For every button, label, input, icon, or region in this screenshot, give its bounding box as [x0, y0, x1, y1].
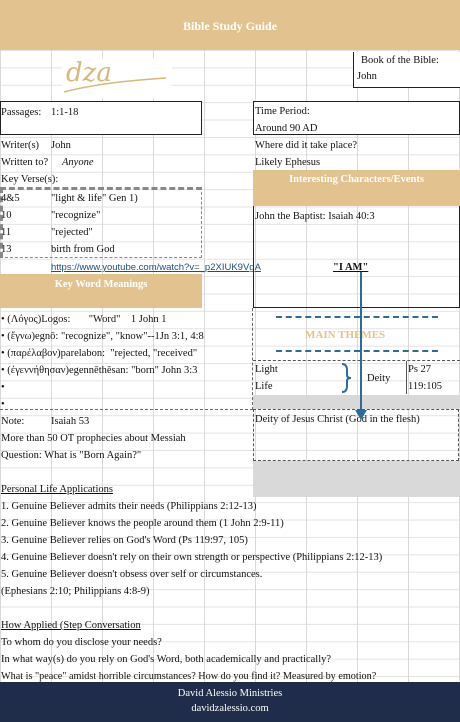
written-to-value: Anyone — [62, 157, 94, 168]
key-verses-label: Key Verse(s): — [1, 174, 59, 185]
key-verse-text: "recognize" — [51, 210, 101, 221]
applied-item: In what way(s) do you rely on God's Word… — [1, 654, 332, 665]
key-word-item: • — [1, 382, 5, 393]
time-period-label: Time Period: — [255, 106, 310, 117]
note-value: Isaiah 53 — [51, 416, 90, 427]
key-verse-ref: 4&5 — [1, 193, 20, 204]
key-word-item: • (ἐγεννήθησαν)egennēthēsan: "born" John… — [1, 365, 198, 376]
theme-life: Life — [255, 381, 273, 392]
key-verse-ref: 11 — [1, 227, 12, 238]
logo: dza — [62, 58, 172, 98]
note-label: Note: — [1, 416, 25, 427]
key-verse-ref: 13 — [1, 244, 12, 255]
characters-header: Interesting Characters/Events — [253, 170, 460, 206]
where-label: Where did it take place? — [255, 140, 358, 151]
note-line1: More than 50 OT prophecies about Messiah — [1, 433, 186, 444]
key-verse-text: "light & life" Gen 1) — [51, 193, 138, 204]
book-value: John — [357, 71, 377, 82]
main-themes-title: MAIN THEMES — [305, 329, 386, 341]
key-verse-ref: 10 — [1, 210, 12, 221]
time-period-value: Around 90 AD — [255, 123, 318, 134]
key-words-header: Key Word Meanings — [0, 274, 202, 308]
deity-gray-bottom — [253, 461, 460, 497]
footer: David Alessio Ministries davidzalessio.c… — [0, 682, 460, 722]
key-verse-text: birth from God — [51, 244, 115, 255]
written-to-label: Written to? — [1, 157, 49, 168]
logo-swoosh-icon — [63, 77, 167, 93]
applied-title: How Applied (Step Conversation — [1, 620, 141, 631]
themes-right-cell — [406, 361, 407, 394]
brace-icon — [341, 363, 352, 393]
passages-value: 1:1-18 — [51, 107, 79, 118]
footer-site: davidzalessio.com — [191, 703, 269, 714]
characters-title: Interesting Characters/Events — [289, 174, 424, 185]
page-header: Bible Study Guide — [0, 0, 460, 50]
arrow-down-icon — [355, 272, 367, 420]
book-label: Book of the Bible: — [361, 55, 439, 66]
deity-text: Deity of Jesus Christ (God in the flesh) — [255, 414, 420, 425]
note-line2: Question: What is "Born Again?" — [1, 450, 142, 461]
key-word-item: • (ἔγνω)egnō: "recognize", "know"--1Jn 3… — [1, 331, 204, 342]
applied-item: To whom do you disclose your needs? — [1, 637, 162, 648]
theme-deity: Deity — [367, 373, 391, 384]
personal-title: Personal Life Applications — [1, 484, 113, 495]
personal-item: 2. Genuine Believer knows the people aro… — [1, 518, 284, 529]
theme-light: Light — [255, 364, 278, 375]
personal-item: 1. Genuine Believer admits their needs (… — [1, 501, 257, 512]
theme-119: 119:105 — [408, 381, 443, 392]
footer-org: David Alessio Ministries — [177, 688, 283, 699]
key-verse-text: "rejected" — [51, 227, 93, 238]
passages-label: Passages: — [1, 107, 42, 118]
writer-label: Writer(s) — [1, 140, 40, 151]
key-words-rule — [0, 409, 253, 410]
page-title: Bible Study Guide — [182, 19, 278, 33]
personal-item: (Ephesians 2:10; Philippians 4:8-9) — [1, 586, 150, 597]
personal-item: 4. Genuine Believer doesn't rely on thei… — [1, 552, 383, 563]
personal-item: 3. Genuine Believer relies on God's Word… — [1, 535, 248, 546]
key-words-title: Key Word Meanings — [54, 279, 148, 290]
personal-item: 5. Genuine Believer doesn't obsess over … — [1, 569, 263, 580]
where-value: Likely Ephesus — [255, 157, 321, 168]
characters-item: John the Baptist: Isaiah 40:3 — [255, 211, 375, 222]
video-link[interactable]: https://www.youtube.com/watch?v=_p2XIUK9… — [51, 261, 261, 274]
key-word-item: • (Λόγος)Logos: "Word" 1 John 1 — [1, 314, 167, 325]
theme-ps27: Ps 27 — [408, 364, 432, 375]
key-word-item: • (παρέλαβον)parelabon: "rejected, "rece… — [1, 348, 198, 359]
writer-value: John — [51, 140, 71, 151]
